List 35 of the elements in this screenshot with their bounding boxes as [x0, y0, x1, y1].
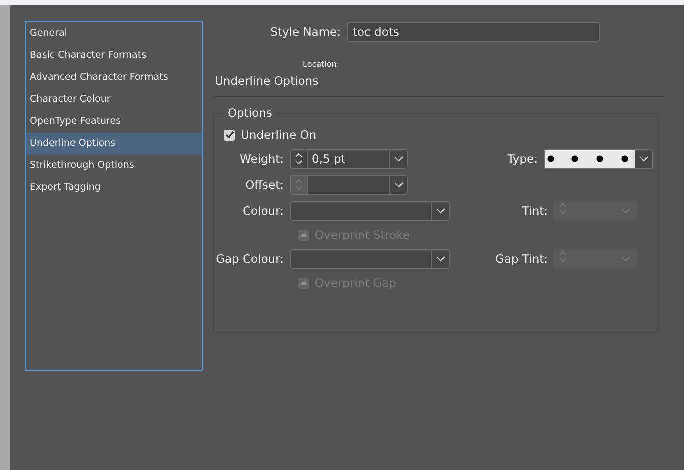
group-legend: Options — [224, 106, 276, 120]
field-label: Weight: — [239, 152, 284, 166]
stepper-icon — [291, 176, 308, 194]
category-item[interactable]: Basic Character Formats — [26, 45, 202, 67]
chevron-icon — [436, 256, 446, 262]
style-name-field[interactable]: toc dots — [347, 22, 600, 42]
section-title: Underline Options — [213, 74, 665, 97]
chevron-icon — [621, 256, 631, 262]
category-item[interactable]: Underline Options — [26, 133, 202, 155]
field-value: 0,5 pt — [312, 152, 346, 166]
category-item[interactable]: Advanced Character Formats — [26, 67, 202, 89]
category-item[interactable]: Strikethrough Options — [26, 155, 202, 177]
category-item[interactable]: OpenType Features — [26, 111, 202, 133]
field-label: Offset: — [244, 178, 284, 192]
type-dropdown[interactable] — [544, 149, 653, 169]
field-label: Colour: — [242, 204, 284, 218]
category-item[interactable]: General — [26, 23, 202, 45]
field-label: Gap Colour: — [215, 252, 284, 266]
location-label: Location: — [303, 60, 340, 69]
field-label: Type: — [506, 152, 538, 166]
chevron-icon — [621, 208, 631, 214]
category-item[interactable]: Character Colour — [26, 89, 202, 111]
checkbox[interactable] — [224, 130, 235, 140]
colour-dropdown[interactable] — [290, 249, 450, 269]
category-item[interactable]: Export Tagging — [26, 177, 202, 199]
chevron-icon — [394, 182, 404, 188]
chevron-icon — [436, 208, 446, 214]
spinner-field[interactable]: 0,5 pt — [290, 149, 408, 169]
field-label: Gap Tint: — [494, 252, 548, 266]
field-label: Style Name: — [270, 25, 341, 39]
colour-dropdown[interactable] — [290, 201, 450, 221]
chevron-icon — [394, 156, 404, 162]
checkbox-label: Underline On — [241, 128, 317, 142]
chevron-icon — [638, 156, 648, 162]
field-label: Tint: — [521, 204, 548, 218]
